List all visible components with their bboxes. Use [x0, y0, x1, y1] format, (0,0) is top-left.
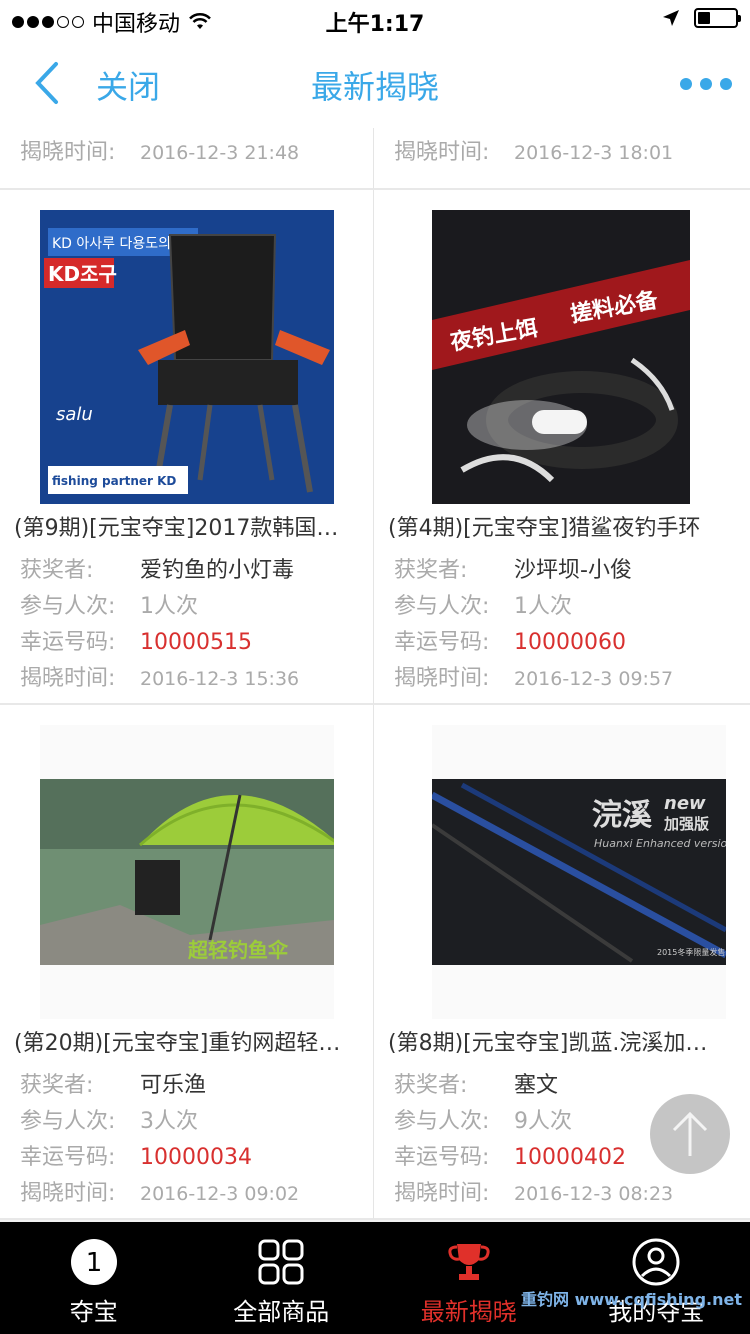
product-image-fishing-rod[interactable]: 浣溪 new 加强版 Huanxi Enhanced version 2015冬… [432, 725, 726, 1019]
svg-text:浣溪: 浣溪 [592, 798, 653, 833]
participants-row: 参与人次: 1人次 [20, 594, 198, 619]
tab-label: 夺宝 [69, 1298, 118, 1326]
svg-text:KD 아사루 다용도의자: KD 아사루 다용도의자 [52, 236, 184, 252]
more-icon[interactable] [680, 78, 732, 90]
winner-row: 获奖者: 塞文 [394, 1073, 559, 1098]
tab-duobao[interactable]: 1 夺宝 [0, 1222, 188, 1334]
grid-icon [258, 1239, 304, 1285]
lucky-number-row: 幸运号码: 10000034 [20, 1145, 252, 1170]
svg-text:加强版: 加强版 [663, 815, 709, 833]
list-item[interactable]: 幸运号码:10000076 揭晓时间:2016-12-3 21:48 [0, 128, 374, 190]
watermark: 重钓网 www.cqfishing.net [521, 1290, 742, 1309]
location-arrow-icon [663, 10, 679, 26]
winner-row: 获奖者: 沙坪坝-小俊 [394, 558, 632, 583]
product-image-fishing-umbrella[interactable]: 超轻钓鱼伞 [40, 725, 334, 1019]
winner-row: 获奖者: 可乐渔 [20, 1073, 207, 1098]
status-time: 上午1:17 [325, 12, 425, 37]
page-title: 最新揭晓 [310, 68, 439, 106]
tab-label: 全部商品 [233, 1298, 330, 1326]
product-name[interactable]: (第8期)[元宝夺宝]凯蓝.浣溪加… [388, 1025, 740, 1057]
tab-my-duobao[interactable]: 我的夺宝 [563, 1222, 750, 1334]
tab-latest-reveal[interactable]: 最新揭晓 [375, 1222, 563, 1334]
reveal-time-row: 揭晓时间: 2016-12-3 21:48 [20, 140, 300, 165]
product-card[interactable]: 超轻钓鱼伞 (第20期)[元宝夺宝]重钓网超轻… 获奖者: 可乐渔 参与人次: 3人… [0, 705, 374, 1220]
svg-text:KD조구: KD조구 [48, 262, 117, 286]
product-name[interactable]: (第4期)[元宝夺宝]猎鲨夜钓手环 [388, 510, 740, 542]
reveal-time-row: 揭晓时间: 2016-12-3 09:57 [394, 666, 674, 691]
reveal-time-row: 揭晓时间: 2016-12-3 08:23 [394, 1181, 674, 1206]
svg-text:1: 1 [85, 1248, 102, 1278]
lucky-number-row: 幸运号码: 10000060 [394, 630, 626, 655]
product-name[interactable]: (第9期)[元宝夺宝]2017款韩国… [14, 510, 363, 542]
list-item[interactable]: 幸运号码:10000060 揭晓时间:2016-12-3 18:01 [374, 128, 750, 190]
reveal-time-row: 揭晓时间: 2016-12-3 09:02 [20, 1181, 300, 1206]
user-icon [632, 1238, 680, 1286]
results-list[interactable]: 幸运号码:10000076 揭晓时间:2016-12-3 21:48 幸运号码:… [0, 128, 750, 1222]
reveal-time-row: 揭晓时间: 2016-12-3 15:36 [20, 666, 300, 691]
participants-row: 参与人次: 1人次 [394, 594, 572, 619]
number-one-icon: 1 [70, 1239, 117, 1285]
trophy-icon [448, 1244, 490, 1280]
reveal-time-row: 揭晓时间: 2016-12-3 18:01 [394, 140, 674, 165]
product-card[interactable]: KD 아사루 다용도의자 KD조구 salu fishing partner K… [0, 190, 374, 705]
svg-text:超轻钓鱼伞: 超轻钓鱼伞 [187, 938, 289, 962]
svg-text:fishing partner KD: fishing partner KD [52, 474, 176, 488]
svg-text:2015冬季限量发售: 2015冬季限量发售 [657, 947, 725, 957]
arrow-up-icon [672, 1111, 708, 1156]
product-name[interactable]: (第20期)[元宝夺宝]重钓网超轻… [14, 1025, 363, 1057]
nav-bar: 关闭 最新揭晓 [0, 40, 750, 128]
battery-icon [694, 8, 741, 28]
svg-text:Huanxi Enhanced version: Huanxi Enhanced version [594, 837, 726, 850]
svg-text:salu: salu [56, 404, 93, 425]
tab-bar: 1 夺宝 全部商品 最新揭晓 我的夺宝 [0, 1222, 750, 1334]
tab-all-products[interactable]: 全部商品 [188, 1222, 376, 1334]
back-to-top-button[interactable] [650, 1094, 730, 1174]
svg-text:new: new [664, 793, 706, 814]
product-image-fishing-chair[interactable]: KD 아사루 다용도의자 KD조구 salu fishing partner K… [40, 210, 334, 504]
participants-row: 参与人次: 9人次 [394, 1109, 572, 1134]
lucky-number-row: 幸运号码: 10000402 [394, 1145, 626, 1170]
product-card[interactable]: 夜钓上饵 搓料必备 (第4期)[元宝夺宝]猎鲨夜钓手环 获奖者: 沙坪坝-小俊 参… [374, 190, 750, 705]
product-image-night-fishing-bracelet[interactable]: 夜钓上饵 搓料必备 [432, 210, 726, 504]
status-bar: 中国移动 上午1:17 [0, 0, 750, 40]
winner-row: 获奖者: 爱钓鱼的小灯毒 [20, 558, 295, 583]
participants-row: 参与人次: 3人次 [20, 1109, 198, 1134]
lucky-number-row: 幸运号码: 10000515 [20, 630, 252, 655]
